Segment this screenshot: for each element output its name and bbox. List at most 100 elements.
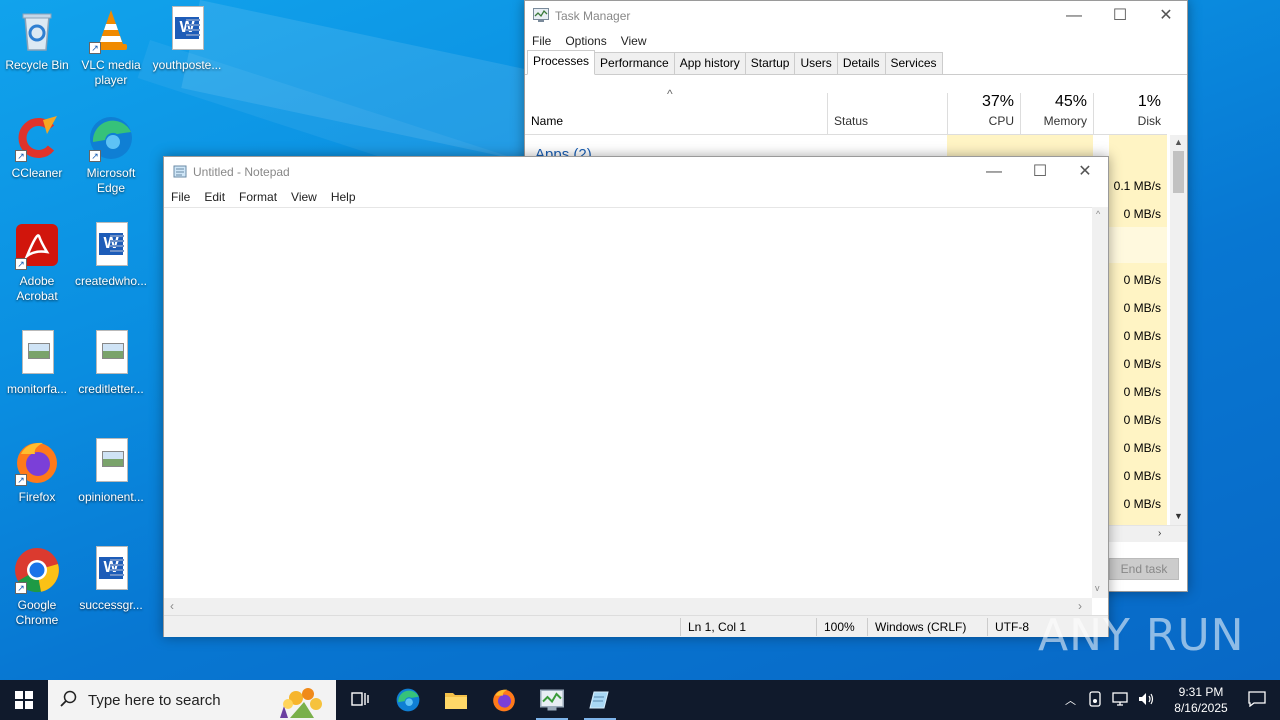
disk-value: 0 MB/s: [1123, 469, 1161, 483]
desktop-icon-firefox[interactable]: ↗ Firefox: [0, 438, 74, 505]
disk-value: 0 MB/s: [1123, 357, 1161, 371]
scroll-left-icon[interactable]: ‹: [170, 599, 174, 613]
task-view-button[interactable]: [336, 680, 384, 720]
image-file-icon: [13, 330, 61, 378]
folder-icon: [445, 693, 467, 709]
scroll-down-icon[interactable]: ▼: [1174, 511, 1183, 521]
encoding: UTF-8: [995, 620, 1029, 634]
desktop-icon-createdwho[interactable]: W createdwho...: [74, 222, 148, 289]
notepad-icon: [173, 164, 187, 181]
desktop-icon-opinionent[interactable]: opinionent...: [74, 438, 148, 505]
image-file-icon: [87, 330, 135, 378]
tab-performance[interactable]: Performance: [594, 52, 675, 74]
volume-icon[interactable]: [1138, 692, 1156, 709]
desktop-icon-monitorfa[interactable]: monitorfa...: [0, 330, 74, 397]
menu-file[interactable]: File: [164, 190, 197, 204]
notifications-icon[interactable]: [1248, 690, 1266, 710]
desktop-icon-youthposte[interactable]: W youthposte...: [150, 6, 224, 73]
sort-arrow-icon: ^: [667, 87, 673, 101]
editor-vertical-scrollbar[interactable]: ^ v: [1092, 207, 1108, 598]
desktop-icon-label: Google Chrome: [15, 598, 59, 627]
close-button[interactable]: ✕: [1143, 1, 1189, 31]
tab-startup[interactable]: Startup: [744, 52, 796, 74]
desktop-icon-label: monitorfa...: [6, 382, 68, 396]
editor-horizontal-scrollbar[interactable]: ‹ ›: [164, 598, 1092, 615]
device-icon[interactable]: [1088, 690, 1102, 710]
text-editor-area[interactable]: [164, 207, 1092, 598]
desktop-icon-ccleaner[interactable]: ↗ CCleaner: [0, 114, 74, 181]
taskbar-search-box[interactable]: Type here to search: [48, 680, 336, 720]
notepad-titlebar[interactable]: Untitled - Notepad — ☐ ✕: [164, 157, 1108, 187]
desktop-icon-creditletter[interactable]: creditletter...: [74, 330, 148, 397]
desktop-icon-label: createdwho...: [74, 274, 148, 288]
taskbar-task-manager[interactable]: [528, 680, 576, 720]
taskbar-edge[interactable]: [384, 680, 432, 720]
task-manager-titlebar[interactable]: Task Manager — ☐ ✕: [525, 1, 1187, 31]
menu-format[interactable]: Format: [232, 190, 284, 204]
menu-view[interactable]: View: [614, 34, 654, 48]
taskbar-notepad[interactable]: [576, 680, 624, 720]
menu-edit[interactable]: Edit: [197, 190, 232, 204]
disk-percent: 1%: [1137, 93, 1161, 110]
column-cpu: CPU: [988, 114, 1014, 128]
minimize-button[interactable]: —: [1051, 1, 1097, 31]
column-memory-header[interactable]: 45% Memory: [1020, 93, 1093, 135]
scroll-up-icon[interactable]: ^: [1096, 209, 1100, 219]
start-button[interactable]: [0, 680, 48, 720]
watermark-text: ANY RUN: [1038, 610, 1245, 661]
column-cpu-header[interactable]: 37% CPU: [947, 93, 1020, 135]
menu-file[interactable]: File: [525, 34, 558, 48]
column-disk-header[interactable]: 1% Disk: [1093, 93, 1167, 135]
disk-value: 0 MB/s: [1123, 385, 1161, 399]
edge-icon: ↗: [87, 114, 135, 162]
scroll-up-icon[interactable]: ▲: [1174, 137, 1183, 147]
tab-app-history[interactable]: App history: [673, 52, 746, 74]
close-button[interactable]: ✕: [1062, 157, 1108, 187]
desktop-icon-recycle-bin[interactable]: Recycle Bin: [0, 6, 74, 73]
desktop-icon-successgr[interactable]: W successgr...: [74, 546, 148, 613]
taskbar-clock[interactable]: 9:31 PM 8/16/2025: [1162, 684, 1240, 716]
scroll-thumb[interactable]: [1173, 151, 1184, 193]
taskbar-firefox[interactable]: [480, 680, 528, 720]
network-icon[interactable]: [1112, 691, 1128, 709]
shortcut-arrow-icon: ↗: [89, 42, 101, 54]
memory-percent: 45%: [1054, 93, 1087, 110]
process-vertical-scrollbar[interactable]: ▲ ▼: [1170, 135, 1187, 525]
column-status-header[interactable]: Status: [827, 93, 947, 135]
disk-value: 0.1 MB/s: [1113, 179, 1161, 193]
scroll-right-icon[interactable]: ›: [1158, 528, 1161, 539]
menu-options[interactable]: Options: [558, 34, 613, 48]
minimize-button[interactable]: —: [971, 157, 1017, 187]
tab-services[interactable]: Services: [884, 52, 943, 74]
desktop-icon-label: Adobe Acrobat: [16, 274, 58, 303]
column-disk: Disk: [1137, 114, 1161, 128]
word-document-icon: W: [87, 546, 135, 594]
tab-users[interactable]: Users: [794, 52, 838, 74]
cursor-position: Ln 1, Col 1: [688, 620, 747, 634]
notepad-window[interactable]: Untitled - Notepad — ☐ ✕ File Edit Forma…: [163, 156, 1109, 637]
desktop-icon-label: Firefox: [18, 490, 56, 504]
maximize-button[interactable]: ☐: [1017, 157, 1063, 187]
task-manager-icon: [540, 689, 564, 711]
desktop-icon-acrobat[interactable]: ↗ Adobe Acrobat: [0, 222, 74, 304]
clock-date: 8/16/2025: [1174, 701, 1228, 715]
maximize-button[interactable]: ☐: [1097, 1, 1143, 31]
tab-details[interactable]: Details: [836, 52, 886, 74]
tab-processes[interactable]: Processes: [527, 50, 596, 75]
column-name[interactable]: Name: [531, 114, 563, 128]
taskbar-file-explorer[interactable]: [432, 680, 480, 720]
desktop-icon-vlc[interactable]: ↗ VLC media player: [74, 6, 148, 88]
desktop-icon-edge[interactable]: ↗ Microsoft Edge: [74, 114, 148, 196]
disk-column: 0.1 MB/s 0 MB/s 0 MB/s 0 MB/s 0 MB/s 0 M…: [1109, 135, 1167, 525]
desktop-icon-chrome[interactable]: ↗ Google Chrome: [0, 546, 74, 628]
system-tray: ︿ 9:31 PM 8/16/2025: [1065, 680, 1280, 720]
show-hidden-icons-chevron-icon[interactable]: ︿: [1065, 692, 1076, 708]
menu-view[interactable]: View: [284, 190, 324, 204]
end-task-button[interactable]: End task: [1109, 558, 1179, 580]
task-manager-tabs: Processes Performance App history Startu…: [525, 50, 1187, 75]
disk-value: 0 MB/s: [1123, 497, 1161, 511]
acrobat-icon: ↗: [13, 222, 61, 270]
scroll-down-icon[interactable]: v: [1095, 583, 1100, 593]
menu-help[interactable]: Help: [324, 190, 363, 204]
task-manager-menubar: File Options View: [525, 31, 1187, 51]
